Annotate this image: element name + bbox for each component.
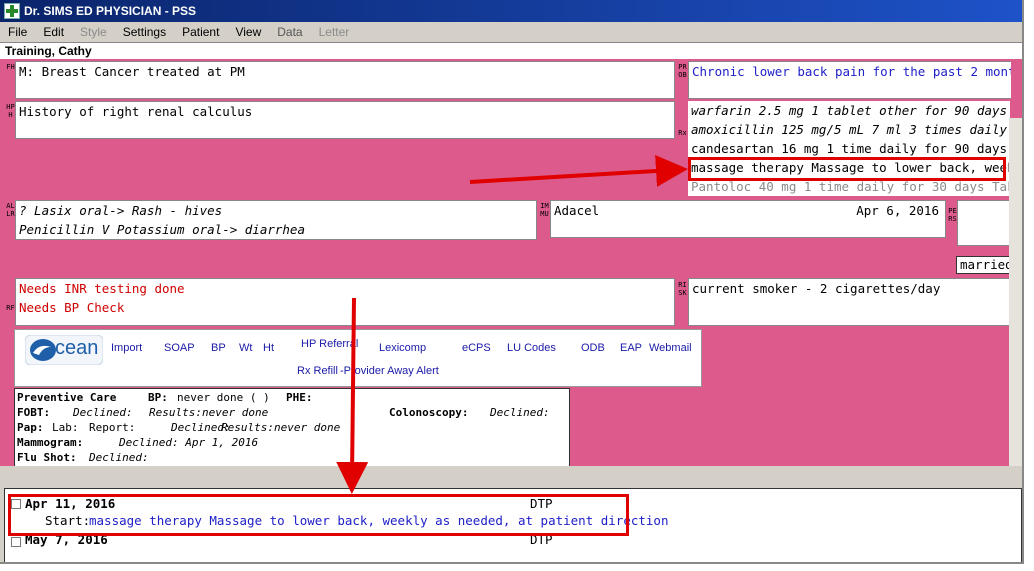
arrow-to-log-entry bbox=[336, 297, 369, 494]
annotation-arrows bbox=[336, 154, 688, 494]
arrow-to-medication bbox=[469, 154, 688, 187]
